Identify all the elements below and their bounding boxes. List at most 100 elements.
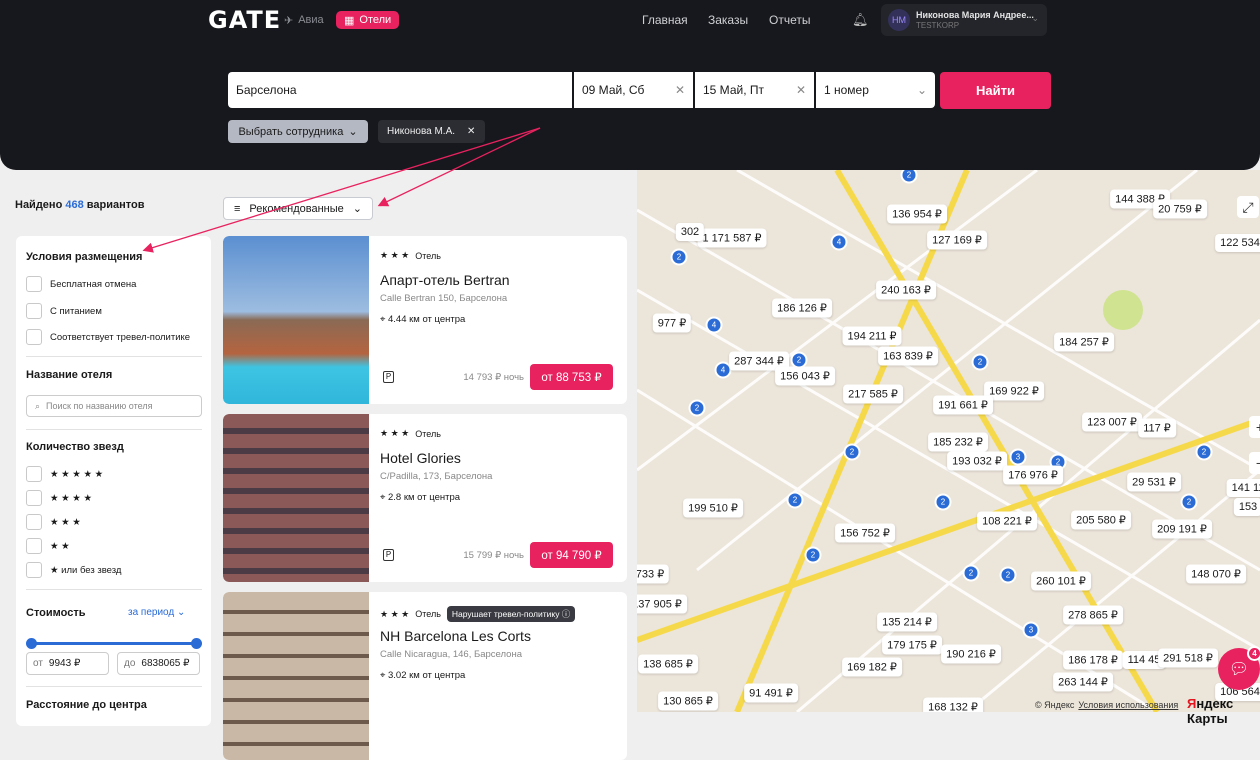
- remove-icon[interactable]: ✕: [467, 126, 475, 137]
- hotel-price-marker[interactable]: 186 126 ₽: [772, 298, 832, 318]
- checkbox-meals[interactable]: С питанием: [26, 303, 102, 319]
- checkin-input[interactable]: 09 Май, Сб ✕: [574, 72, 693, 108]
- hotel-price-marker[interactable]: 163 839 ₽: [878, 346, 938, 366]
- checkbox-free-cancel[interactable]: Бесплатная отмена: [26, 276, 136, 292]
- hotel-price-marker[interactable]: 130 865 ₽: [658, 691, 718, 711]
- checkbox-policy[interactable]: Соответствует тревел-политике: [26, 329, 190, 345]
- price-from-input[interactable]: от 9943 ₽: [26, 652, 109, 675]
- hotel-cluster-marker[interactable]: 2: [688, 399, 706, 417]
- hotel-price-marker[interactable]: 291 518 ₽: [1158, 648, 1218, 668]
- hotel-price-marker[interactable]: 302: [675, 223, 705, 241]
- hotel-price-marker[interactable]: 136 954 ₽: [887, 204, 947, 224]
- hotel-price-marker[interactable]: 217 585 ₽: [843, 384, 903, 404]
- hotel-price-marker[interactable]: 138 685 ₽: [638, 654, 698, 674]
- slider-handle-min[interactable]: [26, 638, 37, 649]
- price-to-input[interactable]: до 6838065 ₽: [117, 652, 200, 675]
- user-menu[interactable]: НМ Никонова Мария Андрее... TESTKORP ⌄: [881, 4, 1047, 36]
- policy-violation-badge[interactable]: Нарушает тревел-политику ⓘ: [446, 606, 576, 622]
- hotel-card[interactable]: ★ ★ ★ Отель Апарт-отель Bertran Calle Ber…: [223, 236, 627, 404]
- hotel-price-marker[interactable]: 169 922 ₽: [984, 381, 1044, 401]
- hotel-price-marker[interactable]: 127 169 ₽: [927, 230, 987, 250]
- hotel-price-marker[interactable]: 260 101 ₽: [1031, 571, 1091, 591]
- bell-icon[interactable]: 🔔︎: [852, 12, 869, 27]
- hotel-price-marker[interactable]: 199 510 ₽: [683, 498, 743, 518]
- hotel-price-marker[interactable]: 168 132 ₽: [923, 697, 983, 712]
- hotel-name[interactable]: Апарт-отель Bertran: [380, 272, 510, 288]
- hotel-price-marker[interactable]: 190 216 ₽: [941, 644, 1001, 664]
- menu-home[interactable]: Главная: [642, 13, 688, 27]
- hotel-photo[interactable]: [223, 414, 369, 582]
- checkbox-stars-2[interactable]: ★ ★: [26, 538, 70, 554]
- hotel-cluster-marker[interactable]: 2: [934, 493, 952, 511]
- hotel-price-marker[interactable]: 184 257 ₽: [1054, 332, 1114, 352]
- hotel-price-marker[interactable]: 148 070 ₽: [1186, 564, 1246, 584]
- hotel-price-marker[interactable]: 137 905 ₽: [637, 594, 687, 614]
- hotel-price-marker[interactable]: 169 182 ₽: [842, 657, 902, 677]
- find-button[interactable]: Найти: [940, 72, 1051, 109]
- checkbox-stars-5[interactable]: ★ ★ ★ ★ ★: [26, 466, 103, 482]
- terms-link[interactable]: Условия использования: [1078, 700, 1178, 710]
- hotel-card[interactable]: ★ ★ ★ Отель Нарушает тревел-политику ⓘ NH …: [223, 592, 627, 760]
- hotel-price-marker[interactable]: 29 531 ₽: [1127, 472, 1181, 492]
- hotel-cluster-marker[interactable]: 2: [1195, 443, 1213, 461]
- hotel-name[interactable]: Hotel Glories: [380, 450, 461, 466]
- hotel-cluster-marker[interactable]: 2: [670, 248, 688, 266]
- chat-button[interactable]: 💬︎ 4: [1218, 646, 1260, 690]
- hotel-card[interactable]: ★ ★ ★ Отель Hotel Glories C/Padilla, 173,…: [223, 414, 627, 582]
- hotel-photo[interactable]: [223, 236, 369, 404]
- checkout-input[interactable]: 15 Май, Пт ✕: [695, 72, 814, 108]
- hotel-price-marker[interactable]: 977 ₽: [652, 313, 692, 333]
- hotel-cluster-marker[interactable]: 2: [1180, 493, 1198, 511]
- price-button[interactable]: от 88 753 ₽: [530, 364, 613, 390]
- hotel-price-marker[interactable]: 108 221 ₽: [977, 511, 1037, 531]
- hotel-cluster-marker[interactable]: 2: [804, 546, 822, 564]
- yandex-maps-logo[interactable]: Яндекс Карты: [1187, 696, 1260, 726]
- hotel-price-marker[interactable]: 185 232 ₽: [928, 432, 988, 452]
- price-slider[interactable]: [26, 638, 202, 649]
- hotel-price-marker[interactable]: 176 976 ₽: [1003, 465, 1063, 485]
- price-button[interactable]: от 94 790 ₽: [530, 542, 613, 568]
- menu-reports[interactable]: Отчеты: [769, 13, 810, 27]
- hotel-cluster-marker[interactable]: 3: [1022, 621, 1040, 639]
- clear-icon[interactable]: ✕: [796, 83, 806, 97]
- menu-orders[interactable]: Заказы: [708, 13, 748, 27]
- rooms-select[interactable]: 1 номер ⌄: [816, 72, 935, 108]
- zoom-out-button[interactable]: −: [1249, 452, 1260, 474]
- hotel-search-input[interactable]: ⌕ Поиск по названию отеля: [26, 395, 202, 417]
- hotel-price-marker[interactable]: 240 163 ₽: [876, 280, 936, 300]
- fullscreen-icon[interactable]: ⤢: [1237, 196, 1259, 218]
- hotel-cluster-marker[interactable]: 2: [971, 353, 989, 371]
- hotel-name[interactable]: NH Barcelona Les Corts: [380, 628, 531, 644]
- city-input[interactable]: Барселона: [228, 72, 572, 108]
- select-employee-button[interactable]: Выбрать сотрудника ⌄: [228, 120, 368, 143]
- price-period-dropdown[interactable]: за период ⌄: [128, 607, 185, 618]
- hotel-photo[interactable]: [223, 592, 369, 760]
- hotel-price-marker[interactable]: 20 759 ₽: [1153, 199, 1207, 219]
- hotel-price-marker[interactable]: 191 661 ₽: [933, 395, 993, 415]
- map[interactable]: ⤢ + − 2424422232222222322136 954 ₽127 16…: [637, 170, 1260, 712]
- hotel-price-marker[interactable]: 122 534: [1215, 234, 1260, 252]
- hotel-price-marker[interactable]: 91 491 ₽: [744, 683, 798, 703]
- hotel-price-marker[interactable]: 1 171 587 ₽: [697, 228, 767, 248]
- hotel-price-marker[interactable]: 193 032 ₽: [947, 451, 1007, 471]
- hotel-price-marker[interactable]: 209 191 ₽: [1152, 519, 1212, 539]
- hotel-price-marker[interactable]: 123 007 ₽: [1082, 412, 1142, 432]
- hotel-price-marker[interactable]: 156 043 ₽: [775, 366, 835, 386]
- hotel-cluster-marker[interactable]: 4: [830, 233, 848, 251]
- hotel-cluster-marker[interactable]: 4: [705, 316, 723, 334]
- hotel-price-marker[interactable]: 205 580 ₽: [1071, 510, 1131, 530]
- hotel-cluster-marker[interactable]: 3: [1009, 448, 1027, 466]
- checkbox-stars-1[interactable]: ★ или без звезд: [26, 562, 121, 578]
- hotel-price-marker[interactable]: 194 211 ₽: [842, 326, 902, 346]
- tab-hotels[interactable]: ▦ Отели: [336, 11, 400, 29]
- hotel-price-marker[interactable]: 263 144 ₽: [1053, 672, 1113, 692]
- hotel-price-marker[interactable]: 135 214 ₽: [877, 612, 937, 632]
- hotel-price-marker[interactable]: 141 11: [1226, 479, 1260, 497]
- zoom-in-button[interactable]: +: [1249, 416, 1260, 438]
- hotel-cluster-marker[interactable]: 2: [999, 566, 1017, 584]
- hotel-price-marker[interactable]: 153: [1233, 498, 1260, 516]
- hotel-cluster-marker[interactable]: 2: [786, 491, 804, 509]
- slider-handle-max[interactable]: [191, 638, 202, 649]
- hotel-price-marker[interactable]: 278 865 ₽: [1063, 605, 1123, 625]
- hotel-price-marker[interactable]: 156 752 ₽: [835, 523, 895, 543]
